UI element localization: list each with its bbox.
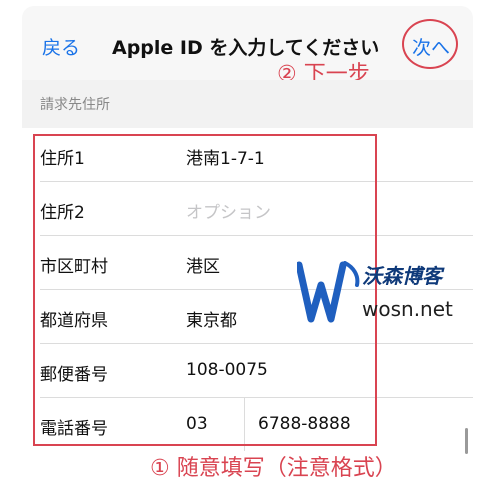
wosn-logo-icon — [297, 261, 360, 323]
next-highlight-circle — [402, 19, 458, 69]
billing-address-header: 請求先住所 — [40, 97, 110, 113]
fill-annotation: ① 随意填写（注意格式） — [150, 456, 397, 481]
back-button[interactable]: 戻る — [42, 33, 80, 60]
watermark-brand: 沃森博客 — [362, 264, 442, 288]
watermark-url: wosn.net — [362, 297, 453, 321]
scrollbar[interactable] — [465, 428, 468, 454]
